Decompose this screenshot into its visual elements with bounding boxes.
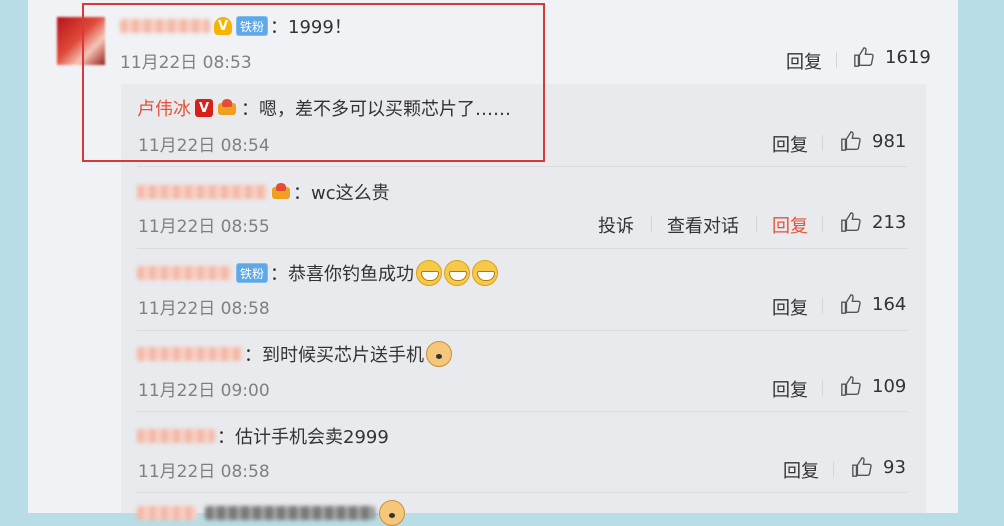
reply-author-name-blurred[interactable] bbox=[137, 266, 232, 280]
like-button[interactable]: 1619 bbox=[853, 46, 931, 68]
row-divider bbox=[137, 492, 907, 493]
reply-button[interactable]: 回复 bbox=[772, 131, 808, 157]
row-divider bbox=[137, 411, 907, 412]
divider bbox=[822, 135, 823, 151]
thumbs-up-icon bbox=[852, 457, 872, 477]
reply-time: 11月22日 08:55 bbox=[138, 217, 270, 237]
reply-text: ：到时候买芯片送手机 bbox=[244, 345, 424, 366]
reply-button[interactable]: 回复 bbox=[772, 212, 808, 238]
like-count: 109 bbox=[872, 375, 907, 397]
thumbs-up-icon bbox=[841, 376, 861, 396]
crown-icon bbox=[271, 183, 291, 201]
doge-emoji-icon bbox=[426, 341, 452, 367]
divider bbox=[651, 216, 652, 232]
doge-emoji-icon bbox=[379, 500, 405, 526]
thumbs-up-icon bbox=[841, 294, 861, 314]
grin-emoji-icon bbox=[472, 260, 499, 286]
reply-text-cutoff bbox=[205, 506, 375, 520]
reply-button[interactable]: 回复 bbox=[772, 294, 808, 320]
like-count: 981 bbox=[872, 130, 907, 152]
like-count: 93 bbox=[883, 456, 906, 478]
like-button[interactable]: 213 bbox=[840, 211, 906, 233]
like-button[interactable]: 109 bbox=[840, 375, 906, 397]
reply-button[interactable]: 回复 bbox=[772, 376, 808, 402]
reply-time: 11月22日 08:58 bbox=[138, 462, 270, 482]
row-divider bbox=[137, 248, 907, 249]
thumbs-up-icon bbox=[854, 47, 874, 67]
like-button[interactable]: 981 bbox=[840, 130, 906, 152]
like-button[interactable]: 93 bbox=[851, 456, 906, 478]
reply-text: ：估计手机会卖2999 bbox=[217, 427, 389, 448]
reply-line-4: ：到时候买芯片送手机 bbox=[137, 341, 452, 367]
like-count: 164 bbox=[872, 293, 907, 315]
fan-badge: 铁粉 bbox=[236, 263, 269, 283]
reply-author-name-blurred[interactable] bbox=[137, 506, 197, 520]
divider bbox=[756, 216, 757, 232]
highlight-annotation-box bbox=[82, 3, 545, 162]
row-divider bbox=[137, 166, 907, 167]
reply-line-2: ：wc这么贵 bbox=[137, 180, 390, 204]
thumbs-up-icon bbox=[841, 131, 861, 151]
reply-line-6-partial bbox=[137, 500, 405, 526]
reply-author-name-blurred[interactable] bbox=[137, 429, 215, 443]
reply-text: ：恭喜你钓鱼成功 bbox=[270, 264, 415, 285]
reply-line-3: 铁粉 ：恭喜你钓鱼成功 bbox=[137, 260, 499, 286]
divider bbox=[822, 216, 823, 232]
reply-text: ：wc这么贵 bbox=[293, 183, 390, 204]
reply-time: 11月22日 08:58 bbox=[138, 299, 270, 319]
divider bbox=[822, 380, 823, 396]
reply-author-name-blurred[interactable] bbox=[137, 185, 267, 199]
view-dialog-button[interactable]: 查看对话 bbox=[667, 212, 739, 238]
divider bbox=[833, 461, 834, 477]
reply-button[interactable]: 回复 bbox=[783, 457, 819, 483]
grin-emoji-icon bbox=[444, 260, 471, 286]
reply-time: 11月22日 09:00 bbox=[138, 381, 270, 401]
like-count: 213 bbox=[872, 211, 907, 233]
like-button[interactable]: 164 bbox=[840, 293, 906, 315]
report-button[interactable]: 投诉 bbox=[598, 212, 634, 238]
grin-emoji-icon bbox=[416, 260, 443, 286]
reply-line-5: ：估计手机会卖2999 bbox=[137, 424, 389, 448]
row-divider bbox=[137, 330, 907, 331]
thumbs-up-icon bbox=[841, 212, 861, 232]
reply-button[interactable]: 回复 bbox=[786, 48, 822, 74]
like-count: 1619 bbox=[885, 46, 931, 68]
divider bbox=[836, 52, 837, 68]
reply-author-name-blurred[interactable] bbox=[137, 347, 242, 361]
divider bbox=[822, 298, 823, 314]
